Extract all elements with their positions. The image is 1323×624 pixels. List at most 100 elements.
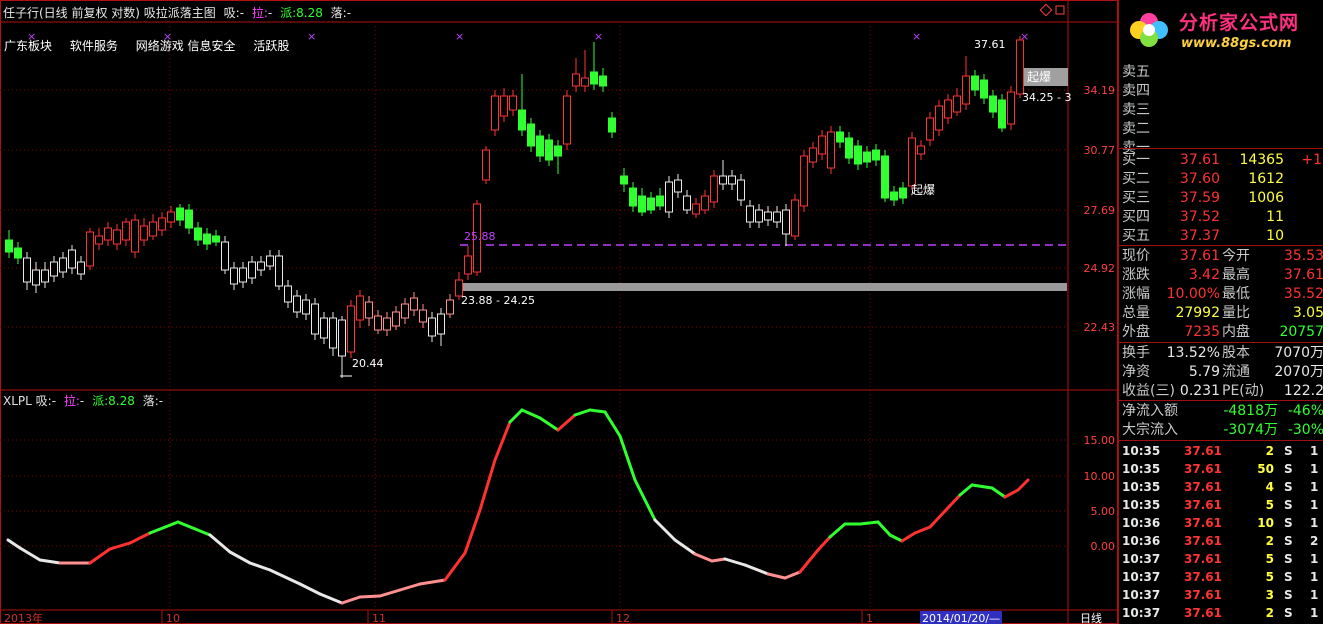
square-icon: [1055, 5, 1065, 15]
tick-price: 37.61: [1184, 480, 1222, 494]
tick-volume: 5: [1265, 552, 1274, 566]
chart-stock-name: 任子行(日线 前复权 对数) 吸拉派落主图: [3, 6, 216, 20]
indicator-curve-segment: [723, 557, 747, 567]
indicator-axis-label: 0.00: [1091, 540, 1116, 553]
ask-3-label: 卖三: [1122, 102, 1150, 118]
candlestick: [365, 301, 373, 319]
candlestick: [590, 71, 598, 85]
ind-luo-label: 落:: [142, 394, 159, 408]
price-axis-label: 22.43: [1084, 321, 1116, 334]
tick-price: 37.61: [1184, 462, 1222, 476]
sector-tag[interactable]: 广东板块: [4, 39, 52, 53]
indicator-curve-segment: [248, 561, 272, 572]
candlestick: [383, 317, 391, 331]
tick-row: 10:37 37.61 5 S 1: [1122, 568, 1322, 586]
kline-chart-svg[interactable]: 34.19 30.77 27.69 24.92 22.43 15.00 10.00 5.00 0…: [0, 0, 1118, 624]
quote-label: 量比: [1222, 305, 1250, 321]
signal-marker: ×: [594, 30, 603, 43]
purple-level-label: 25.88: [464, 230, 496, 243]
ind-xi-value: -: [51, 394, 57, 408]
tick-count: 1: [1310, 570, 1319, 584]
tick-side: S: [1284, 516, 1293, 530]
flow-label: 净流入额: [1122, 403, 1178, 419]
candlestick: [863, 151, 871, 163]
candlestick: [809, 147, 817, 163]
sector-tag[interactable]: 软件服务: [70, 39, 118, 53]
quote-row: 现价 37.61 今开 35.53: [1122, 247, 1323, 265]
bid-volume: 11: [1266, 209, 1284, 225]
signal-marker: ×: [455, 30, 464, 43]
tick-side: S: [1284, 444, 1293, 458]
bid-price: 37.37: [1179, 228, 1220, 244]
info-value: 5.79: [1188, 364, 1220, 380]
candlestick: [908, 137, 916, 187]
candlestick: [482, 149, 490, 181]
candlestick: [572, 73, 580, 87]
info-value: 13.52%: [1166, 345, 1220, 361]
candlestick: [620, 175, 628, 185]
candlestick: [944, 99, 952, 119]
tick-count: 1: [1310, 516, 1319, 530]
sector-tag[interactable]: 活跃股: [253, 39, 289, 53]
tick-time: 10:37: [1122, 570, 1161, 584]
low-price-label: 20.44: [352, 357, 384, 370]
candlestick: [710, 175, 718, 203]
candlestick: [536, 135, 544, 157]
tick-time: 10:35: [1122, 480, 1161, 494]
tick-count: 1: [1310, 444, 1319, 458]
quote-label: 涨幅: [1122, 286, 1150, 302]
candlestick: [491, 95, 499, 131]
candlestick: [140, 225, 148, 241]
indicator-curve-segment: [148, 520, 180, 535]
bid-volume: 1612: [1248, 171, 1284, 187]
tick-side: S: [1284, 552, 1293, 566]
tick-time: 10:36: [1122, 534, 1161, 548]
tick-side: S: [1284, 588, 1293, 602]
tick-side: S: [1284, 534, 1293, 548]
kline-chart-area[interactable]: 34.19 30.77 27.69 24.92 22.43 15.00 10.00 5.00 0…: [0, 0, 1118, 624]
info-label: 净资: [1122, 364, 1150, 380]
indicator-curve-segment: [418, 578, 447, 586]
tick-price: 37.61: [1184, 516, 1222, 530]
indicator-curve-segment: [783, 570, 802, 580]
candlestick: [338, 319, 346, 357]
candlestick: [755, 209, 763, 223]
bid-price: 37.52: [1179, 209, 1220, 225]
candlestick: [962, 75, 970, 105]
bid-volume: 14365: [1239, 152, 1284, 168]
info-value: 7070万: [1274, 345, 1323, 361]
candlestick: [545, 139, 553, 161]
indicator-curve-segment: [6, 538, 22, 550]
candlestick: [59, 257, 67, 273]
candlestick: [437, 313, 445, 335]
candlestick: [683, 195, 691, 211]
candlestick: [629, 187, 637, 207]
indicator-curve-segment: [990, 486, 1007, 499]
tick-price: 37.61: [1184, 552, 1222, 566]
tick-volume: 5: [1265, 498, 1274, 512]
breakout-tag: 起爆: [911, 183, 935, 197]
tick-time: 10:35: [1122, 498, 1161, 512]
date-axis-label: 12: [616, 612, 630, 624]
candlestick: [935, 105, 943, 131]
tick-side: S: [1284, 570, 1293, 584]
candlestick: [746, 205, 754, 223]
logo-url: www.88gs.com: [1181, 36, 1292, 51]
quote-value: 7235: [1184, 324, 1220, 340]
indicator-curve-segment: [508, 408, 524, 424]
tick-side: S: [1284, 462, 1293, 476]
bid-row: 买一 37.61 14365 +1: [1122, 151, 1322, 169]
pai-value: 8.28: [296, 6, 323, 20]
bid-row: 买四 37.52 11: [1122, 208, 1322, 226]
indicator-curve-segment: [588, 408, 607, 414]
quote-value: 3.42: [1188, 267, 1220, 283]
indicator-curve-segment: [913, 525, 932, 535]
candlestick: [86, 231, 94, 267]
quote-row: 涨幅 10.00% 最低 35.52: [1122, 285, 1323, 303]
bid-price: 37.60: [1179, 171, 1220, 187]
candlestick: [464, 255, 472, 275]
sector-tag[interactable]: 网络游戏 信息安全: [136, 39, 236, 53]
candlestick: [446, 299, 454, 315]
ask-2-label: 卖二: [1122, 121, 1150, 137]
quote-row: 总量 27992 量比 3.05: [1122, 304, 1323, 322]
